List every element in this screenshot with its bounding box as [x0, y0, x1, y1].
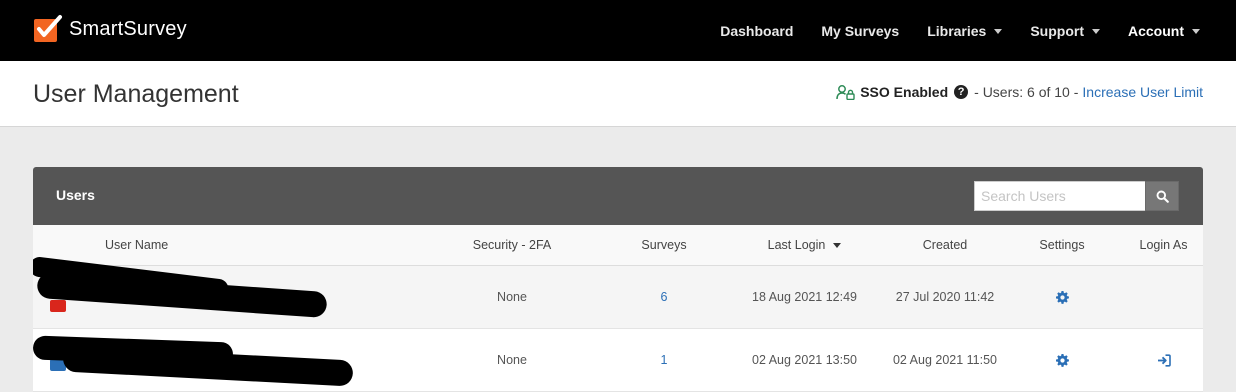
- users-panel: Users User Name Security - 2FA Surveys L…: [33, 167, 1203, 392]
- column-header-last-login-label: Last Login: [767, 237, 826, 252]
- user-count-text: - Users: 6 of 10 -: [974, 84, 1079, 100]
- panel-title: Users: [56, 187, 95, 203]
- avatar: [50, 299, 66, 312]
- created-value: 27 Jul 2020 11:42: [890, 265, 1000, 329]
- gear-icon[interactable]: [1055, 353, 1069, 367]
- search-button[interactable]: [1145, 181, 1179, 211]
- chevron-down-icon: [994, 28, 1003, 34]
- settings-cell: [1000, 265, 1124, 329]
- main-nav: Dashboard My Surveys Libraries Support A…: [692, 0, 1200, 61]
- nav-libraries[interactable]: Libraries: [927, 22, 1003, 39]
- logo-wordmark: SmartSurvey: [69, 17, 187, 40]
- nav-my-surveys[interactable]: My Surveys: [821, 23, 899, 39]
- smartsurvey-logo[interactable]: SmartSurvey: [33, 14, 187, 44]
- chevron-down-icon: [1092, 28, 1100, 34]
- sign-in-icon[interactable]: [1157, 353, 1171, 367]
- login-as-cell: [1124, 265, 1203, 329]
- panel-header: Users: [33, 167, 1203, 225]
- column-header-created[interactable]: Created: [890, 225, 1000, 266]
- users-table: User Name Security - 2FA Surveys Last Lo…: [33, 225, 1203, 392]
- search-box: [974, 181, 1179, 211]
- nav-my-surveys-label: My Surveys: [821, 22, 900, 39]
- top-navbar: SmartSurvey Dashboard My Surveys Librari…: [0, 0, 1236, 61]
- nav-account-label: Account: [1128, 22, 1184, 39]
- security-2fa-value: None: [415, 328, 609, 392]
- nav-support-label: Support: [1030, 22, 1084, 39]
- column-header-surveys[interactable]: Surveys: [609, 225, 719, 266]
- search-input[interactable]: [974, 181, 1145, 211]
- user-limit-info: SSO Enabled ? - Users: 6 of 10 - Increas…: [836, 84, 1203, 100]
- surveys-count-cell: 6: [609, 265, 719, 329]
- security-2fa-value: None: [415, 265, 609, 329]
- column-header-user-name[interactable]: User Name: [33, 225, 415, 266]
- column-header-security[interactable]: Security - 2FA: [415, 225, 609, 266]
- last-login-value: 18 Aug 2021 12:49: [719, 265, 890, 329]
- surveys-count-link[interactable]: 1: [661, 353, 668, 367]
- created-value: 02 Aug 2021 11:50: [890, 328, 1000, 392]
- sort-desc-icon: [833, 242, 842, 248]
- nav-dashboard[interactable]: Dashboard: [720, 23, 793, 39]
- user-name-cell: [33, 328, 415, 392]
- user-lock-icon: [836, 85, 855, 100]
- table-header-row: User Name Security - 2FA Surveys Last Lo…: [33, 225, 1203, 266]
- logo-icon: [34, 15, 62, 42]
- column-header-login-as: Login As: [1124, 225, 1203, 266]
- page-title: User Management: [33, 80, 239, 108]
- nav-libraries-label: Libraries: [927, 22, 987, 39]
- increase-user-limit-link[interactable]: Increase User Limit: [1082, 84, 1203, 100]
- table-row: None 6 18 Aug 2021 12:49 27 Jul 2020 11:…: [33, 255, 1203, 329]
- sso-status: SSO Enabled: [860, 84, 949, 100]
- column-header-settings: Settings: [1000, 225, 1124, 266]
- user-name-cell: [33, 255, 415, 329]
- chevron-down-icon: [1192, 28, 1200, 34]
- settings-cell: [1000, 328, 1124, 392]
- nav-dashboard-label: Dashboard: [720, 22, 794, 39]
- table-row: None 1 02 Aug 2021 13:50 02 Aug 2021 11:…: [33, 328, 1203, 392]
- last-login-value: 02 Aug 2021 13:50: [719, 328, 890, 392]
- help-icon[interactable]: ?: [954, 85, 969, 99]
- nav-support[interactable]: Support: [1030, 23, 1100, 39]
- surveys-count-link[interactable]: 6: [661, 290, 668, 304]
- nav-account[interactable]: Account: [1128, 23, 1200, 39]
- gear-icon[interactable]: [1055, 290, 1069, 304]
- login-as-cell: [1124, 328, 1203, 392]
- surveys-count-cell: 1: [609, 328, 719, 392]
- page-header: User Management SSO Enabled ? - Users: 6…: [0, 61, 1236, 127]
- column-header-last-login[interactable]: Last Login: [719, 225, 890, 266]
- search-icon: [1156, 190, 1169, 203]
